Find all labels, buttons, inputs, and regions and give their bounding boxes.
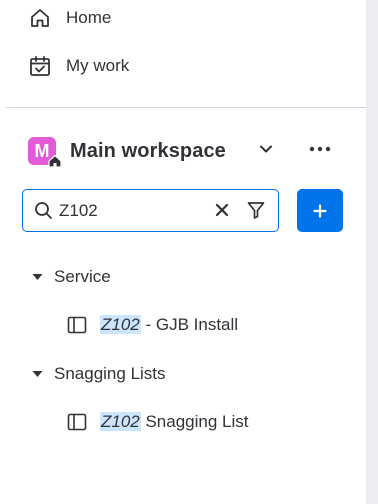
board-name-rest: Snagging List [140,412,249,431]
search-match-highlight: Z102 [100,412,141,431]
folder-service[interactable]: Service [30,265,111,289]
home-icon [28,6,52,30]
board-item[interactable]: Z102 Snagging List [66,409,249,435]
nav-item-label: Home [66,8,112,27]
filter-icon[interactable] [246,200,266,220]
nav-item-label: My work [66,56,130,75]
nav-item-home[interactable]: Home [28,4,111,32]
board-name-rest: - GJB Install [140,315,239,334]
plus-icon [313,203,327,218]
main-content-edge [366,0,378,504]
caret-down-icon [30,270,44,284]
more-icon[interactable] [306,137,334,161]
search-box [22,189,279,232]
folder-snagging-lists[interactable]: Snagging Lists [30,362,166,386]
calendar-check-icon [28,54,52,78]
search-match-highlight: Z102 [100,315,141,334]
workspace-selector[interactable]: M Main workspace [28,134,226,168]
add-button[interactable] [297,189,343,232]
workspace-avatar: M [28,137,62,168]
caret-down-icon [30,367,44,381]
folder-label: Service [54,267,111,286]
board-name: Z102 Snagging List [100,412,249,432]
divider [6,107,366,108]
board-icon [66,314,88,336]
board-name: Z102 - GJB Install [100,315,238,335]
folder-label: Snagging Lists [54,364,166,383]
search-icon [33,201,53,221]
chevron-down-icon[interactable] [256,139,276,159]
search-input[interactable] [59,200,199,221]
close-icon[interactable] [212,200,232,220]
home-badge-icon [47,153,63,169]
workspace-name: Main workspace [70,139,226,162]
nav-item-my-work[interactable]: My work [28,52,129,80]
board-icon [66,411,88,433]
board-item[interactable]: Z102 - GJB Install [66,312,238,338]
